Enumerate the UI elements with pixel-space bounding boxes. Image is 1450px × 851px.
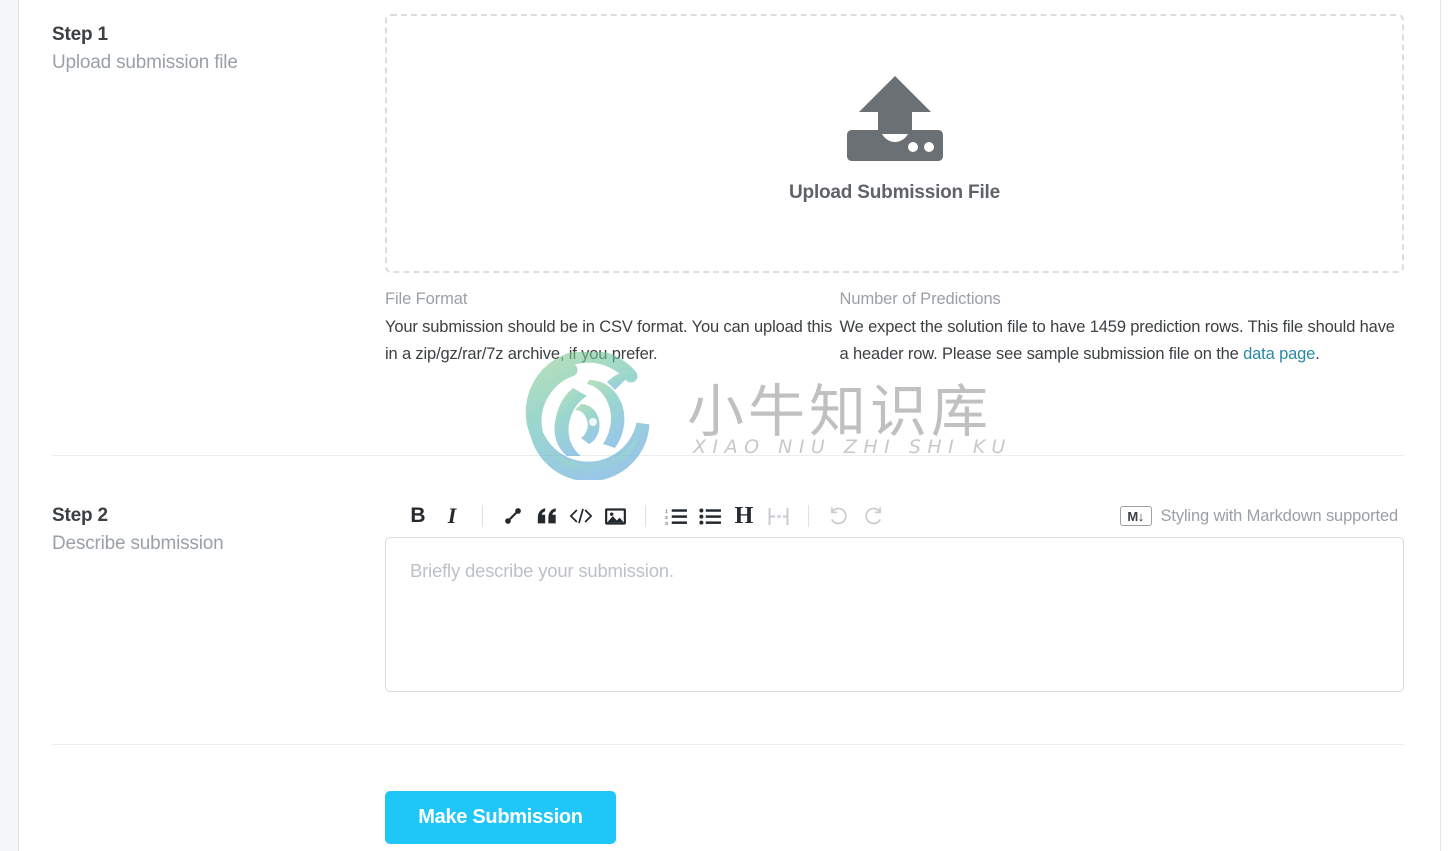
step-2-label: Step 2 Describe submission [52, 503, 372, 557]
markdown-badge-letter: M [1127, 508, 1138, 524]
markdown-editor: B I 1 2 3 H M ↓ Styling with Markdown su… [385, 495, 1404, 697]
upload-caption: Upload Submission File [789, 182, 1000, 203]
file-format-column: File Format Your submission should be in… [385, 288, 840, 368]
markdown-support-note: M ↓ Styling with Markdown supported [1119, 506, 1400, 526]
markdown-note-text: Styling with Markdown supported [1160, 506, 1399, 525]
toolbar-divider-1 [482, 505, 483, 527]
data-page-link[interactable]: data page [1243, 345, 1315, 363]
left-gutter [0, 0, 18, 851]
step-1-section: Step 1 Upload submission file Upload Sub… [19, 0, 1440, 455]
step-2-title: Step 2 [52, 505, 108, 526]
quote-glyph [537, 508, 556, 524]
toolbar-divider-2 [645, 505, 646, 527]
submission-page: Step 1 Upload submission file Upload Sub… [0, 0, 1450, 851]
step-1-title: Step 1 [52, 24, 108, 45]
svg-text:1: 1 [665, 508, 668, 514]
markdown-toolbar: B I 1 2 3 H M ↓ Styling with Markdown su… [385, 495, 1404, 537]
make-submission-button[interactable]: Make Submission [385, 791, 616, 844]
redo-icon[interactable] [856, 501, 890, 531]
heading-icon[interactable]: H [727, 501, 761, 531]
unordered-list-icon[interactable] [693, 501, 727, 531]
upload-dropzone-inner: Upload Submission File [387, 74, 1402, 204]
submission-info-columns: File Format Your submission should be in… [385, 288, 1404, 368]
link-icon[interactable] [496, 501, 530, 531]
bold-icon[interactable]: B [401, 501, 435, 531]
markdown-badge-icon: M ↓ [1119, 506, 1152, 526]
italic-icon[interactable]: I [435, 501, 469, 531]
undo-icon[interactable] [822, 501, 856, 531]
markdown-badge-arrow: ↓ [1137, 508, 1145, 524]
upload-dropzone[interactable]: Upload Submission File [385, 14, 1404, 273]
step-2-subtitle: Describe submission [52, 533, 224, 554]
right-gutter [1441, 0, 1450, 851]
number-of-predictions-column: Number of Predictions We expect the solu… [840, 288, 1404, 368]
svg-text:3: 3 [665, 521, 668, 526]
file-format-heading: File Format [385, 290, 468, 308]
ordered-list-icon[interactable]: 1 2 3 [659, 501, 693, 531]
file-format-body: Your submission should be in CSV format.… [385, 318, 833, 363]
submission-description-input[interactable] [385, 537, 1404, 692]
toolbar-divider-3 [808, 505, 809, 527]
image-icon[interactable] [598, 501, 632, 531]
submit-area: Make Submission [19, 744, 1440, 851]
quote-icon[interactable] [530, 501, 564, 531]
step-1-subtitle: Upload submission file [52, 52, 238, 73]
predictions-text-after: . [1315, 345, 1320, 363]
horizontal-rule-icon[interactable] [761, 501, 795, 531]
step-2-section: Step 2 Describe submission B I 1 2 3 H M… [19, 455, 1440, 744]
page-content: Step 1 Upload submission file Upload Sub… [19, 0, 1440, 851]
upload-icon [846, 76, 943, 161]
number-of-predictions-body: We expect the solution file to have 1459… [840, 314, 1404, 368]
number-of-predictions-heading: Number of Predictions [839, 290, 1001, 308]
code-icon[interactable] [564, 501, 598, 531]
step-1-label: Step 1 Upload submission file [52, 22, 372, 76]
svg-text:2: 2 [665, 514, 668, 520]
